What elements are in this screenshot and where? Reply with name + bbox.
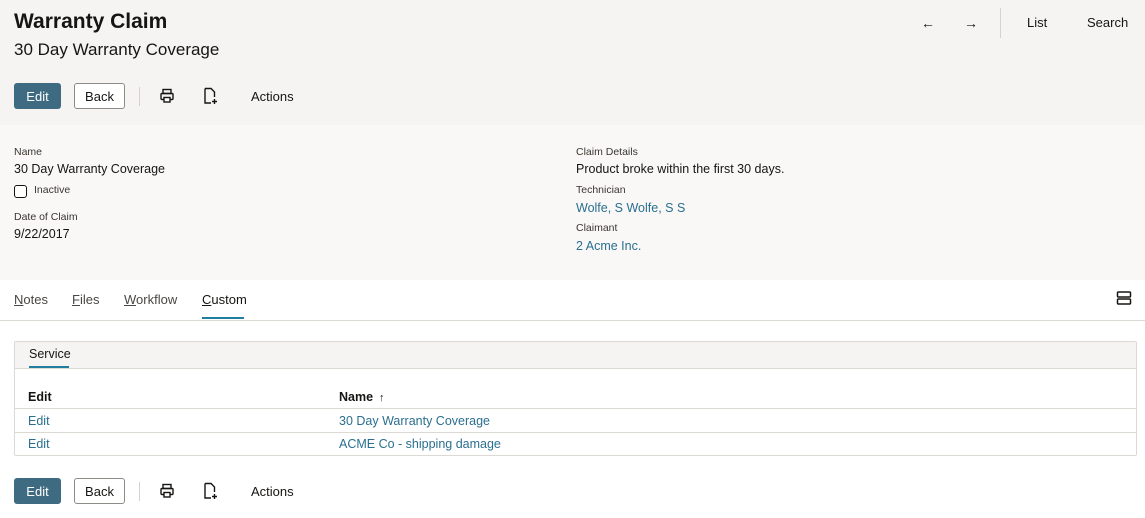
claimant-link[interactable]: 2 Acme Inc.	[576, 239, 641, 253]
active-tab-indicator	[202, 317, 244, 319]
row-2-edit-link[interactable]: Edit	[28, 437, 50, 451]
new-document-icon[interactable]	[201, 482, 219, 500]
edit-button[interactable]: Edit	[14, 83, 61, 109]
list-link[interactable]: List	[1027, 15, 1047, 30]
row-divider	[15, 408, 1136, 409]
new-document-icon[interactable]	[201, 87, 219, 105]
row-divider	[15, 432, 1136, 433]
tab-files[interactable]: Files	[72, 292, 99, 307]
nav-divider	[1000, 8, 1001, 38]
inactive-checkbox[interactable]	[14, 185, 27, 198]
service-panel-header: Service	[15, 342, 1136, 369]
service-panel: Service Edit Name ↑ Edit 30 Day Warranty …	[14, 341, 1137, 456]
name-value: 30 Day Warranty Coverage	[14, 162, 165, 176]
arrow-right-icon[interactable]: →	[960, 14, 982, 32]
service-tab-indicator	[29, 366, 69, 368]
row-1-name-link[interactable]: 30 Day Warranty Coverage	[339, 414, 490, 428]
print-icon[interactable]	[158, 482, 176, 500]
column-header-name[interactable]: Name ↑	[339, 390, 385, 404]
tab-notes[interactable]: Notes	[14, 292, 48, 307]
actions-menu[interactable]: Actions	[251, 89, 294, 104]
toolbar-bottom: Edit Back Actions	[0, 478, 400, 505]
technician-link[interactable]: Wolfe, S Wolfe, S S	[576, 201, 685, 215]
view-layout-icon[interactable]	[1116, 290, 1132, 306]
date-of-claim-value: 9/22/2017	[14, 227, 70, 241]
record-fields: Name 30 Day Warranty Coverage Inactive D…	[0, 125, 1145, 280]
tab-workflow[interactable]: Workflow	[124, 292, 177, 307]
back-button-bottom[interactable]: Back	[74, 478, 125, 504]
page-header: Warranty Claim 30 Day Warranty Coverage …	[0, 0, 1145, 125]
actions-menu-bottom[interactable]: Actions	[251, 484, 294, 499]
back-button[interactable]: Back	[74, 83, 125, 109]
date-of-claim-label: Date of Claim	[14, 211, 78, 223]
claimant-label: Claimant	[576, 222, 618, 234]
row-1-edit-link[interactable]: Edit	[28, 414, 50, 428]
toolbar-top: Edit Back Actions	[0, 83, 400, 110]
technician-label: Technician	[576, 184, 626, 196]
inactive-label: Inactive	[34, 184, 71, 196]
claim-details-label: Claim Details	[576, 146, 638, 158]
page-title: Warranty Claim	[14, 10, 168, 33]
arrow-left-icon[interactable]: ←	[917, 14, 939, 32]
edit-button-bottom[interactable]: Edit	[14, 478, 61, 504]
sort-ascending-icon: ↑	[379, 392, 385, 404]
toolbar-divider	[139, 87, 140, 106]
tab-custom[interactable]: Custom	[202, 292, 247, 307]
toolbar-divider	[139, 482, 140, 501]
claim-details-value: Product broke within the first 30 days.	[576, 162, 785, 176]
page-subtitle: 30 Day Warranty Coverage	[14, 40, 220, 59]
print-icon[interactable]	[158, 87, 176, 105]
subtab-bar: Notes Files Workflow Custom	[0, 280, 1145, 321]
row-2-name-link[interactable]: ACME Co - shipping damage	[339, 437, 501, 451]
service-tab[interactable]: Service	[29, 347, 71, 361]
name-label: Name	[14, 146, 43, 158]
search-link[interactable]: Search	[1087, 15, 1128, 30]
column-header-edit: Edit	[28, 390, 52, 404]
